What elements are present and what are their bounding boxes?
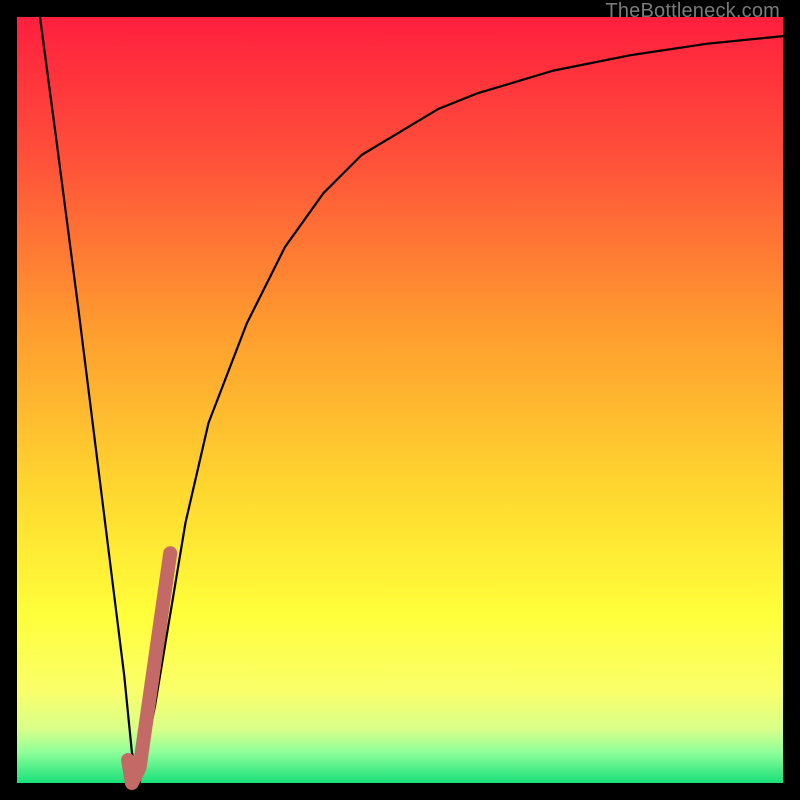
curve-layer bbox=[17, 17, 783, 783]
highlight-segment bbox=[128, 553, 170, 783]
watermark-label: TheBottleneck.com bbox=[605, 0, 780, 23]
chart-frame: TheBottleneck.com bbox=[0, 0, 800, 800]
